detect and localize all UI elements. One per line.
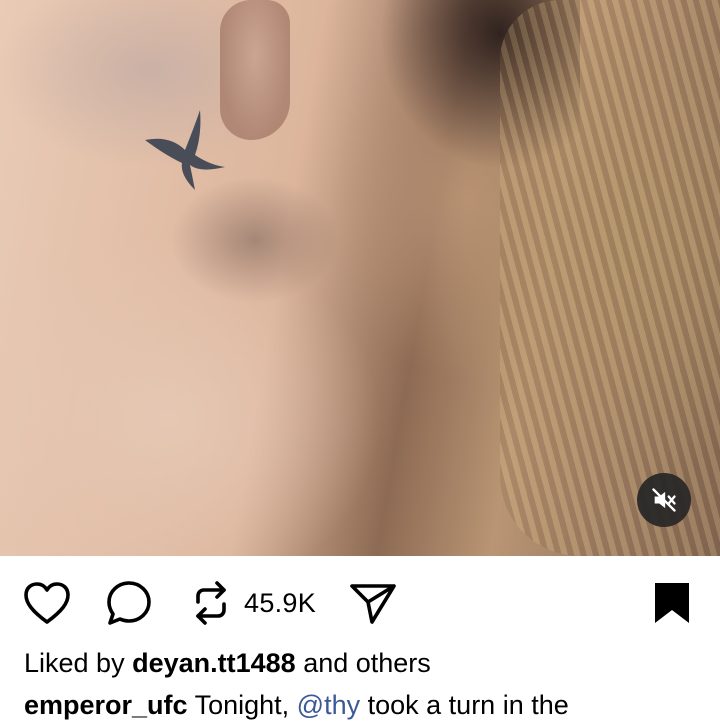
post-video[interactable] [0,0,720,556]
comment-icon [107,581,151,625]
bookmark-icon [655,583,689,623]
comment-button[interactable] [104,574,154,632]
likes-prefix: Liked by [24,648,125,678]
share-button[interactable] [348,574,398,632]
likes-summary: Liked by deyan.tt1488 and others [24,648,431,679]
repost-icon [196,581,226,625]
video-ear-region [220,0,290,140]
repost-button[interactable]: 45.9K [190,574,316,632]
liker-username-link[interactable]: deyan.tt1488 [132,648,296,678]
post-actions-bar: 45.9K [0,574,720,632]
caption-text-end: took a turn in the [367,690,569,720]
like-button[interactable] [22,574,72,632]
video-hair-region [500,0,720,556]
muted-speaker-icon [652,488,676,512]
mute-toggle-button[interactable] [637,473,691,527]
author-username-link[interactable]: emperor_ufc [24,690,188,720]
heart-icon [24,582,70,624]
post-caption: emperor_ufc Tonight, @thy took a turn in… [24,690,569,721]
caption-text-start: Tonight, [194,690,290,720]
caption-mention-link[interactable]: @thy [297,690,360,720]
bird-tattoo-icon [145,110,225,190]
save-button[interactable] [652,574,692,632]
send-icon [350,584,396,624]
likes-suffix[interactable]: and others [303,648,431,678]
repost-count: 45.9K [244,587,317,618]
